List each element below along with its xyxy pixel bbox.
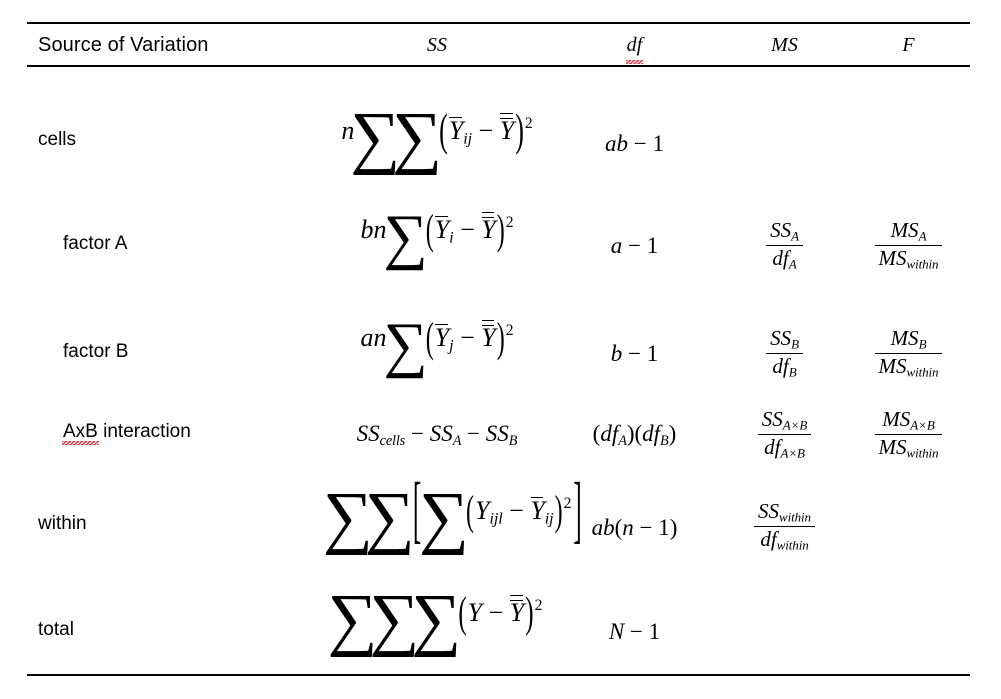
row-label-factor-a-cell: factor A bbox=[27, 234, 327, 254]
anova-table: Source of Variation SS df MS F cells n∑∑… bbox=[27, 22, 970, 677]
column-header-f: F bbox=[847, 30, 970, 60]
row-ms-axb: SSA×B dfA×B bbox=[722, 407, 847, 461]
row-ss-factor-b: an∑(Yj − Y)2 bbox=[327, 311, 547, 379]
column-header-ss: SS bbox=[327, 30, 547, 60]
table-bottom-rule bbox=[27, 674, 970, 677]
formula-ss-axb: SScells − SSA − SSB bbox=[356, 421, 518, 449]
row-df-factor-a: a − 1 bbox=[547, 234, 722, 258]
row-ss-within: ∑∑[∑(Yijl − Yij)2] bbox=[323, 474, 582, 552]
fraction-f-axb: MSA×B MSwithin bbox=[874, 407, 943, 461]
row-label-within: within bbox=[38, 513, 87, 534]
column-header-source-label: Source of Variation bbox=[38, 34, 209, 56]
column-header-ms-label: MS bbox=[771, 34, 798, 56]
column-header-ms: MS bbox=[722, 30, 847, 60]
column-header-df-label: df bbox=[625, 30, 644, 64]
row-label-factor-a: factor A bbox=[63, 233, 128, 254]
row-label-axb-interaction: AxB interaction bbox=[62, 421, 191, 445]
formula-df-within: ab(n − 1) bbox=[591, 515, 678, 540]
row-label-cells: cells bbox=[38, 129, 77, 150]
row-label-factor-b: factor B bbox=[63, 341, 129, 362]
row-label-total: total bbox=[38, 619, 74, 640]
table-header-row: Source of Variation SS df MS F bbox=[27, 30, 970, 64]
row-ss-axb: SScells − SSA − SSB bbox=[327, 422, 547, 448]
formula-df-total: N − 1 bbox=[608, 619, 661, 644]
formula-ss-cells: n∑∑(Yij − Y)2 bbox=[341, 99, 533, 176]
formula-ss-factor-a: bn∑(Yi − Y)2 bbox=[360, 203, 514, 271]
formula-ss-total: ∑∑∑(Y − Y)2 bbox=[327, 581, 543, 658]
fraction-ms-within: SSwithin dfwithin bbox=[754, 499, 815, 553]
row-df-cells: ab − 1 bbox=[547, 132, 722, 156]
formula-df-cells: ab − 1 bbox=[605, 131, 664, 156]
fraction-ms-factor-a: SSA dfA bbox=[766, 218, 803, 272]
row-df-axb: (dfA)(dfB) bbox=[547, 422, 722, 448]
row-df-factor-b: b − 1 bbox=[547, 342, 722, 366]
row-label-cells-cell: cells bbox=[27, 130, 327, 150]
formula-df-factor-a: a − 1 bbox=[610, 233, 659, 258]
row-label-total-cell: total bbox=[27, 620, 327, 640]
column-header-df: df bbox=[547, 30, 722, 64]
formula-df-axb: (dfA)(dfB) bbox=[592, 421, 677, 449]
row-ss-cells: n∑∑(Yij − Y)2 bbox=[327, 99, 547, 176]
spellcheck-flagged-axb: AxB bbox=[62, 421, 99, 445]
formula-ss-factor-b: an∑(Yj − Y)2 bbox=[360, 311, 514, 379]
fraction-ms-factor-b: SSB dfB bbox=[766, 326, 803, 380]
row-label-factor-b-cell: factor B bbox=[27, 342, 327, 362]
column-header-ss-label: SS bbox=[426, 34, 448, 56]
row-ms-within: SSwithin dfwithin bbox=[722, 499, 847, 553]
table-header-rule bbox=[27, 65, 970, 68]
fraction-ms-axb: SSA×B dfA×B bbox=[757, 407, 812, 461]
formula-df-factor-b: b − 1 bbox=[610, 341, 659, 366]
row-ss-factor-a: bn∑(Yi − Y)2 bbox=[327, 203, 547, 271]
row-ss-total: ∑∑∑(Y − Y)2 bbox=[327, 581, 547, 658]
row-f-factor-b: MSB MSwithin bbox=[847, 326, 970, 380]
row-ms-factor-b: SSB dfB bbox=[722, 326, 847, 380]
formula-ss-within: ∑∑[∑(Yijl − Yij)2] bbox=[323, 471, 582, 556]
fraction-f-factor-b: MSB MSwithin bbox=[874, 326, 943, 380]
column-header-f-label: F bbox=[902, 34, 915, 56]
row-df-within: ab(n − 1) bbox=[547, 516, 722, 540]
row-f-axb: MSA×B MSwithin bbox=[847, 407, 970, 461]
fraction-f-factor-a: MSA MSwithin bbox=[874, 218, 943, 272]
row-f-factor-a: MSA MSwithin bbox=[847, 218, 970, 272]
row-label-within-cell: within bbox=[27, 514, 327, 534]
table-top-rule bbox=[27, 22, 970, 24]
row-label-axb-cell: AxB interaction bbox=[27, 421, 327, 445]
row-df-total: N − 1 bbox=[547, 620, 722, 644]
column-header-source: Source of Variation bbox=[27, 30, 338, 60]
row-ms-factor-a: SSA dfA bbox=[722, 218, 847, 272]
